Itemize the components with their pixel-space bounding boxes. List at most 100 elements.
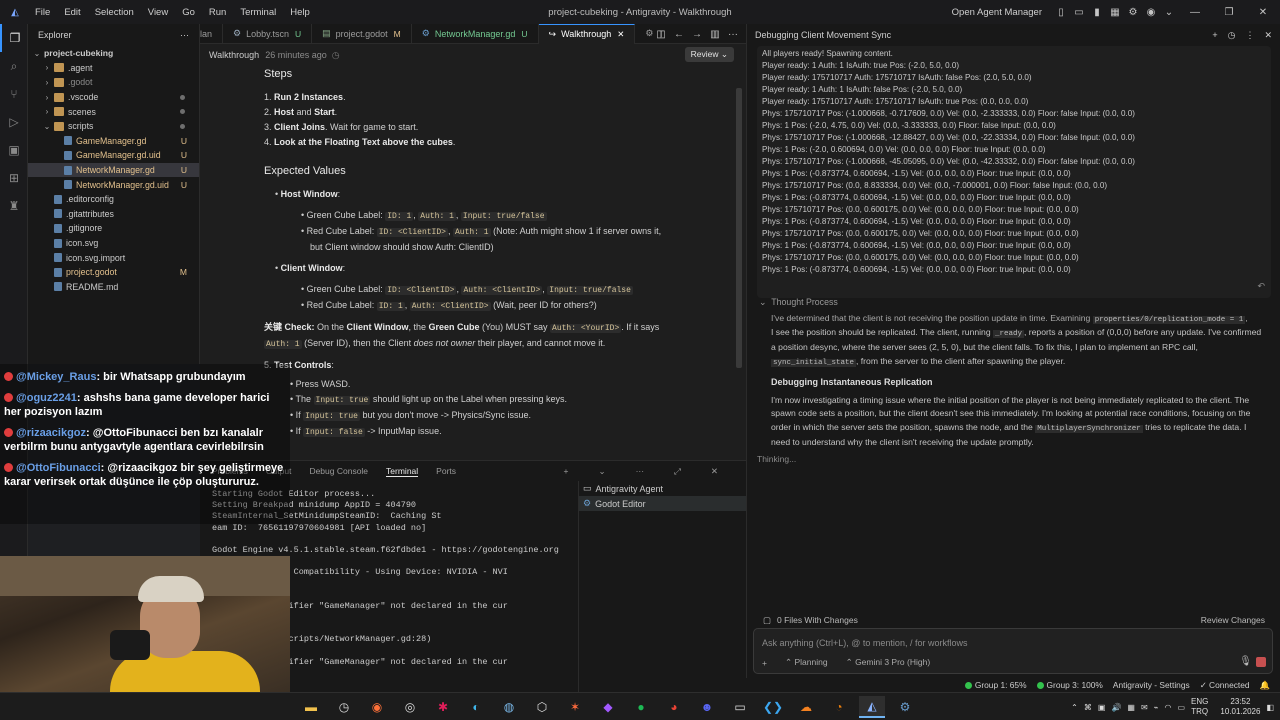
go-forward-icon[interactable]: → xyxy=(688,25,706,43)
account-icon[interactable]: ◉ xyxy=(1142,3,1160,21)
model-selector[interactable]: ⌃ Gemini 3 Pro (High) xyxy=(846,657,931,668)
history-icon[interactable]: ◷ xyxy=(1228,30,1236,41)
run-debug-icon[interactable]: ▷ xyxy=(0,108,28,136)
tree-item[interactable]: .editorconfig xyxy=(28,192,199,207)
tree-item[interactable]: › scenes xyxy=(28,104,199,119)
tray-misc-icon[interactable]: ▦ xyxy=(1127,703,1135,712)
group-3-quota[interactable]: Group 3: 100% xyxy=(1036,680,1103,690)
godot-tools-icon[interactable]: ♜ xyxy=(0,192,28,220)
tray-misc-icon-3[interactable]: ⌁ xyxy=(1154,703,1159,712)
tab-debug-console[interactable]: Debug Console xyxy=(309,466,368,476)
spotify-icon[interactable]: ● xyxy=(628,696,654,718)
minimize-icon[interactable]: — xyxy=(1178,3,1212,21)
close-chat-icon[interactable]: ✕ xyxy=(1264,30,1272,41)
tree-item[interactable]: icon.svg.import xyxy=(28,250,199,265)
edge-icon[interactable]: ◐ xyxy=(463,696,489,718)
clock-app-icon[interactable]: ◷ xyxy=(331,696,357,718)
microphone-icon[interactable]: 🎙 xyxy=(1239,656,1252,667)
menu-run[interactable]: Run xyxy=(209,7,226,18)
thought-process-header[interactable]: ⌄ Thought Process xyxy=(759,296,1271,310)
stop-button[interactable] xyxy=(1256,657,1266,667)
more-actions-icon[interactable]: ··· xyxy=(724,25,742,43)
chat-input-box[interactable]: Ask anything (Ctrl+L), @ to mention, / f… xyxy=(753,628,1273,674)
figma-icon[interactable]: ◆ xyxy=(595,696,621,718)
tree-item[interactable]: .gitignore xyxy=(28,221,199,236)
editor-scrollbar[interactable] xyxy=(736,88,742,368)
menu-help[interactable]: Help xyxy=(290,7,310,18)
tree-item[interactable]: project.godot M xyxy=(28,265,199,280)
files-with-changes[interactable]: 0 Files With Changes xyxy=(777,615,858,625)
open-agent-manager-button[interactable]: Open Agent Manager xyxy=(952,7,1042,18)
search-icon[interactable]: ⌕ xyxy=(0,52,28,80)
firefox-icon[interactable]: ◉ xyxy=(364,696,390,718)
remote-explorer-icon[interactable]: ▣ xyxy=(0,136,28,164)
antigravity-settings[interactable]: Antigravity - Settings xyxy=(1113,680,1190,690)
layout-customize-icon[interactable]: ▦ xyxy=(1106,3,1124,21)
tab-ports[interactable]: Ports xyxy=(436,466,456,476)
settings-gear-icon[interactable]: ⚙ xyxy=(1124,3,1142,21)
more-actions-icon[interactable]: ··· xyxy=(636,466,645,477)
more-actions-icon[interactable]: ⋮ xyxy=(1245,30,1254,41)
layout-panel-icon[interactable]: ▭ xyxy=(1070,3,1088,21)
new-terminal-icon[interactable]: + xyxy=(563,466,568,477)
connection-status[interactable]: ✓ Connected xyxy=(1200,680,1250,690)
terminal-item-antigravity-agent[interactable]: ▭ Antigravity Agent xyxy=(579,481,746,496)
menu-file[interactable]: File xyxy=(35,7,50,18)
layout-secondary-icon[interactable]: ▮ xyxy=(1088,3,1106,21)
tree-item[interactable]: icon.svg xyxy=(28,236,199,251)
battery-icon[interactable]: ▭ xyxy=(1177,703,1185,712)
unity-icon[interactable]: ⬡ xyxy=(529,696,555,718)
tree-item[interactable]: ⌄ scripts xyxy=(28,119,199,134)
split-right-icon[interactable]: ▥ xyxy=(706,25,724,43)
chevron-down-icon[interactable]: ⌄ xyxy=(598,466,605,477)
steam-icon[interactable]: ◍ xyxy=(496,696,522,718)
tab-project-godot[interactable]: ▤ project.godot M xyxy=(312,23,412,44)
tree-item[interactable]: GameManager.gd U xyxy=(28,134,199,149)
menu-terminal[interactable]: Terminal xyxy=(240,7,276,18)
add-context-button[interactable]: + xyxy=(762,658,767,668)
tree-item[interactable]: GameManager.gd.uid U xyxy=(28,148,199,163)
terminal-item-godot-editor[interactable]: ⚙ Godot Editor xyxy=(579,496,746,511)
tab-lan[interactable]: lan xyxy=(200,23,224,44)
tab-lobby-tscn[interactable]: ⚙ Lobby.tscn U xyxy=(223,23,313,44)
close-window-icon[interactable]: ✕ xyxy=(1246,3,1280,21)
menu-selection[interactable]: Selection xyxy=(95,7,134,18)
language-indicator[interactable]: ENG TRQ xyxy=(1191,697,1208,717)
menu-view[interactable]: View xyxy=(148,7,168,18)
tree-item[interactable]: README.md xyxy=(28,280,199,295)
close-tab-icon[interactable]: ✕ xyxy=(617,29,624,40)
chevron-down-icon[interactable]: ⌄ xyxy=(1160,3,1178,21)
discord-icon[interactable]: ☻ xyxy=(694,696,720,718)
layout-sidebar-icon[interactable]: ▯ xyxy=(1052,3,1070,21)
vscode-icon[interactable]: ❮❯ xyxy=(760,696,786,718)
tree-item[interactable]: NetworkManager.gd.uid U xyxy=(28,177,199,192)
review-button[interactable]: Review ⌄ xyxy=(684,47,734,62)
notifications-icon[interactable]: 🔔 xyxy=(1260,680,1270,691)
source-control-icon[interactable]: ⑂ xyxy=(0,80,28,108)
maximize-panel-icon[interactable]: ⤢ xyxy=(674,466,681,477)
blender-icon[interactable]: ◔ xyxy=(826,696,852,718)
split-editor-icon[interactable]: ◫ xyxy=(652,25,670,43)
review-changes-button[interactable]: Review Changes xyxy=(1201,615,1265,625)
tab-networkmanager-gd[interactable]: ⚙ NetworkManager.gd U xyxy=(412,23,539,44)
tree-item[interactable]: › .vscode xyxy=(28,90,199,105)
history-icon[interactable]: ◷ xyxy=(332,50,340,61)
clock[interactable]: 23:52 10.01.2026 xyxy=(1220,697,1260,717)
tree-item[interactable]: NetworkManager.gd U xyxy=(28,162,199,178)
group-1-quota[interactable]: Group 1: 65% xyxy=(964,680,1027,690)
undo-icon[interactable]: ↶ xyxy=(1257,281,1265,292)
explorer-files-icon[interactable]: ❐ xyxy=(0,24,28,52)
tree-item[interactable]: › .agent xyxy=(28,61,199,76)
obs-icon[interactable]: ◎ xyxy=(397,696,423,718)
menu-edit[interactable]: Edit xyxy=(64,7,80,18)
antigravity-app-icon[interactable]: ◭ xyxy=(859,696,885,718)
tab-terminal[interactable]: Terminal xyxy=(386,466,419,477)
go-back-icon[interactable]: ← xyxy=(670,25,688,43)
tree-item[interactable]: › .godot xyxy=(28,75,199,90)
app-tray-icon[interactable]: ▣ xyxy=(1098,703,1106,712)
orange-app-icon[interactable]: ✶ xyxy=(562,696,588,718)
tray-misc-icon-2[interactable]: ✉ xyxy=(1141,703,1148,712)
menu-go[interactable]: Go xyxy=(182,7,195,18)
chevron-up-icon[interactable]: ⌃ xyxy=(1071,703,1078,712)
restore-icon[interactable]: ❐ xyxy=(1212,3,1246,21)
